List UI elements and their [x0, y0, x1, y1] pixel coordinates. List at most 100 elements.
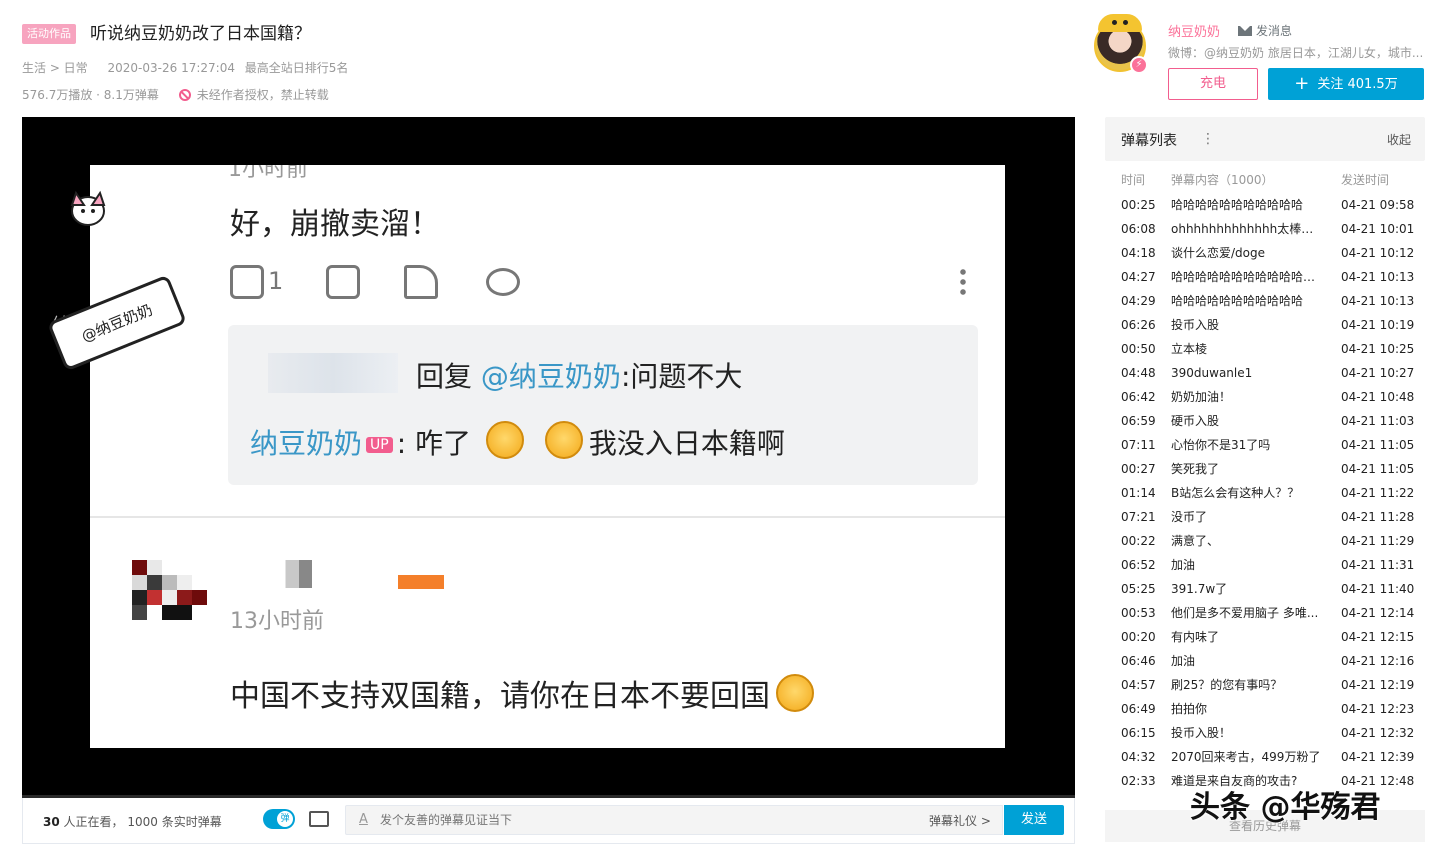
danmaku-row[interactable]: 06:59 硬币入股 04-21 11:03 [1105, 409, 1425, 433]
danmaku-sent-time: 04-21 11:03 [1341, 414, 1415, 428]
danmaku-sent-time: 04-21 10:25 [1341, 342, 1415, 356]
rank-text[interactable]: 最高全站日排行5名 [245, 61, 349, 75]
uploader-description: 微博：@纳豆奶奶 旅居日本，江湖儿女，城市... [1168, 46, 1424, 60]
danmaku-row[interactable]: 06:42 奶奶加油！ 04-21 10:48 [1105, 385, 1425, 409]
danmaku-time: 06:15 [1121, 726, 1156, 740]
danmaku-sent-time: 04-21 10:48 [1341, 390, 1415, 404]
danmaku-row[interactable]: 07:21 没币了 04-21 11:28 [1105, 505, 1425, 529]
danmaku-row[interactable]: 06:26 投币入股 04-21 10:19 [1105, 313, 1425, 337]
danmaku-sent-time: 04-21 11:28 [1341, 510, 1415, 524]
video-frame: 1小时前 好，崩撤卖溜！ 1 回复 @纳豆奶奶:问题不大 纳豆奶奶 UP: 咋了 … [90, 165, 1005, 748]
danmaku-settings-icon[interactable] [309, 811, 329, 827]
danmaku-row[interactable]: 06:08 ohhhhhhhhhhhhh太棒了... 04-21 10:01 [1105, 217, 1425, 241]
danmaku-etiquette-link[interactable]: 弹幕礼仪 > [929, 812, 991, 829]
danmaku-row[interactable]: 00:25 哈哈哈哈哈哈哈哈哈哈哈 04-21 09:58 [1105, 193, 1425, 217]
danmaku-row[interactable]: 00:22 满意了、 04-21 11:29 [1105, 529, 1425, 553]
danmaku-time: 06:49 [1121, 702, 1156, 716]
cartoon-avatar-icon [70, 190, 106, 226]
copyright-notice: 未经作者授权，禁止转载 [178, 86, 329, 103]
danmaku-time: 00:53 [1121, 606, 1156, 620]
col-content[interactable]: 弹幕内容（1000） [1171, 171, 1274, 188]
more-icon[interactable]: ⋮ [1201, 131, 1215, 147]
toutiao-watermark: 头条 @华殇君 [1190, 790, 1381, 825]
danmaku-row[interactable]: 00:53 他们是多不爱用脑子 多唯... 04-21 12:14 [1105, 601, 1425, 625]
charge-button[interactable]: 充电 [1168, 68, 1258, 100]
danmaku-sent-time: 04-21 10:13 [1341, 270, 1415, 284]
share-icon [404, 265, 438, 299]
danmaku-sent-time: 04-21 10:12 [1341, 246, 1415, 260]
video-title: 听说纳豆奶奶改了日本国籍？ [90, 24, 311, 44]
danmaku-time: 07:11 [1121, 438, 1156, 452]
danmaku-content: 投币入股 [1171, 318, 1220, 332]
danmaku-content: 谈什么恋爱/doge [1171, 246, 1266, 260]
copyright-text: 未经作者授权，禁止转载 [196, 88, 329, 102]
danmaku-content: 他们是多不爱用脑子 多唯... [1171, 606, 1319, 620]
danmaku-content: 投币入股！ [1171, 726, 1232, 740]
danmaku-time: 04:32 [1121, 750, 1156, 764]
danmaku-content: 加油 [1171, 558, 1196, 572]
danmaku-time: 04:57 [1121, 678, 1156, 692]
danmaku-row[interactable]: 04:57 刷25？的您有事吗？ 04-21 12:19 [1105, 673, 1425, 697]
viewer-info: 30 人正在看， 1000 条实时弹幕 [43, 813, 222, 830]
viewer-count: 30 [43, 815, 60, 829]
danmaku-row[interactable]: 06:49 拍拍你 04-21 12:23 [1105, 697, 1425, 721]
danmaku-time: 06:52 [1121, 558, 1156, 572]
danmaku-sent-time: 04-21 12:14 [1341, 606, 1415, 620]
follow-button[interactable]: + 关注 401.5万 [1268, 68, 1424, 100]
danmaku-input[interactable] [345, 805, 1003, 835]
danmaku-row[interactable]: 00:20 有内味了 04-21 12:15 [1105, 625, 1425, 649]
danmaku-sent-time: 04-21 12:15 [1341, 630, 1415, 644]
video-player[interactable]: 1小时前 好，崩撤卖溜！ 1 回复 @纳豆奶奶:问题不大 纳豆奶奶 UP: 咋了 … [22, 117, 1075, 795]
danmaku-row[interactable]: 07:11 心怡你不是31了吗 04-21 11:05 [1105, 433, 1425, 457]
uploader-name[interactable]: 纳豆奶奶 [1168, 21, 1220, 40]
danmaku-list[interactable]: 00:25 哈哈哈哈哈哈哈哈哈哈哈 04-21 09:58 06:08 ohhhhhhh… [1105, 193, 1425, 805]
danmaku-row[interactable]: 01:14 B站怎么会有这种人？？ 04-21 11:22 [1105, 481, 1425, 505]
reply-box: 回复 @纳豆奶奶:问题不大 纳豆奶奶 UP: 咋了 我没入日本籍啊 [228, 325, 978, 485]
danmaku-content: 加油 [1171, 654, 1196, 668]
danmaku-sent-time: 04-21 11:05 [1341, 462, 1415, 476]
danmaku-content: 满意了、 [1171, 534, 1220, 548]
reply-line-2: 纳豆奶奶 UP: 咋了 我没入日本籍啊 [250, 421, 785, 462]
danmaku-row[interactable]: 00:27 笑死我了 04-21 11:05 [1105, 457, 1425, 481]
thumbs-down-icon [326, 265, 360, 299]
danmaku-row[interactable]: 04:27 哈哈哈哈哈哈哈哈哈哈哈哈... 04-21 10:13 [1105, 265, 1425, 289]
col-sent[interactable]: 发送时间 [1341, 171, 1389, 188]
blurred-badge [398, 575, 444, 589]
collapse-button[interactable]: 收起 [1387, 131, 1411, 148]
thumbs-up-icon [230, 265, 264, 299]
danmaku-row[interactable]: 04:32 2070回来考古，499万粉了 04-21 12:39 [1105, 745, 1425, 769]
danmaku-send-bar: 30 人正在看， 1000 条实时弹幕 弹 A 弹幕礼仪 > 发送 [22, 798, 1075, 844]
danmaku-row[interactable]: 04:48 390duwanle1 04-21 10:27 [1105, 361, 1425, 385]
send-danmaku-button[interactable]: 发送 [1004, 805, 1064, 835]
danmaku-row[interactable]: 04:29 哈哈哈哈哈哈哈哈哈哈哈 04-21 10:13 [1105, 289, 1425, 313]
send-message-link[interactable]: 发消息 [1238, 22, 1292, 39]
danmaku-sent-time: 04-21 11:31 [1341, 558, 1415, 572]
danmaku-content: ohhhhhhhhhhhhh太棒了... [1171, 222, 1321, 236]
danmaku-row[interactable]: 04:18 谈什么恋爱/doge 04-21 10:12 [1105, 241, 1425, 265]
danmaku-row[interactable]: 00:50 立本棱 04-21 10:25 [1105, 337, 1425, 361]
danmaku-sent-time: 04-21 11:40 [1341, 582, 1415, 596]
danmaku-content: 哈哈哈哈哈哈哈哈哈哈哈 [1171, 198, 1304, 212]
comment-text: 中国不支持双国籍，请你在日本不要回国 [230, 671, 820, 715]
danmaku-sent-time: 04-21 10:19 [1341, 318, 1415, 332]
category-breadcrumb[interactable]: 生活 > 日常 [22, 61, 88, 75]
envelope-icon [1238, 26, 1252, 36]
danmaku-content: 刷25？的您有事吗？ [1171, 678, 1283, 692]
danmaku-content: 立本棱 [1171, 342, 1208, 356]
danmaku-row[interactable]: 06:46 加油 04-21 12:16 [1105, 649, 1425, 673]
like-count: 1 [268, 267, 284, 295]
danmaku-content: 390duwanle1 [1171, 366, 1253, 380]
danmaku-row[interactable]: 06:52 加油 04-21 11:31 [1105, 553, 1425, 577]
reply-bubble-icon [486, 268, 520, 296]
uploader-avatar[interactable]: ⚡ [1090, 14, 1152, 76]
col-time[interactable]: 时间 [1121, 171, 1145, 188]
viewer-text: 人正在看， 1000 条实时弹幕 [63, 815, 222, 829]
danmaku-toggle[interactable]: 弹 [263, 809, 295, 829]
reply-prefix: 回复 [416, 360, 473, 393]
danmaku-row[interactable]: 06:15 投币入股！ 04-21 12:32 [1105, 721, 1425, 745]
avatar-pendant [1098, 14, 1142, 32]
blurred-username [268, 560, 312, 588]
font-style-icon[interactable]: A [359, 812, 368, 827]
publish-date: 2020-03-26 17:27:04 [107, 61, 235, 75]
danmaku-row[interactable]: 05:25 391.7w了 04-21 11:40 [1105, 577, 1425, 601]
